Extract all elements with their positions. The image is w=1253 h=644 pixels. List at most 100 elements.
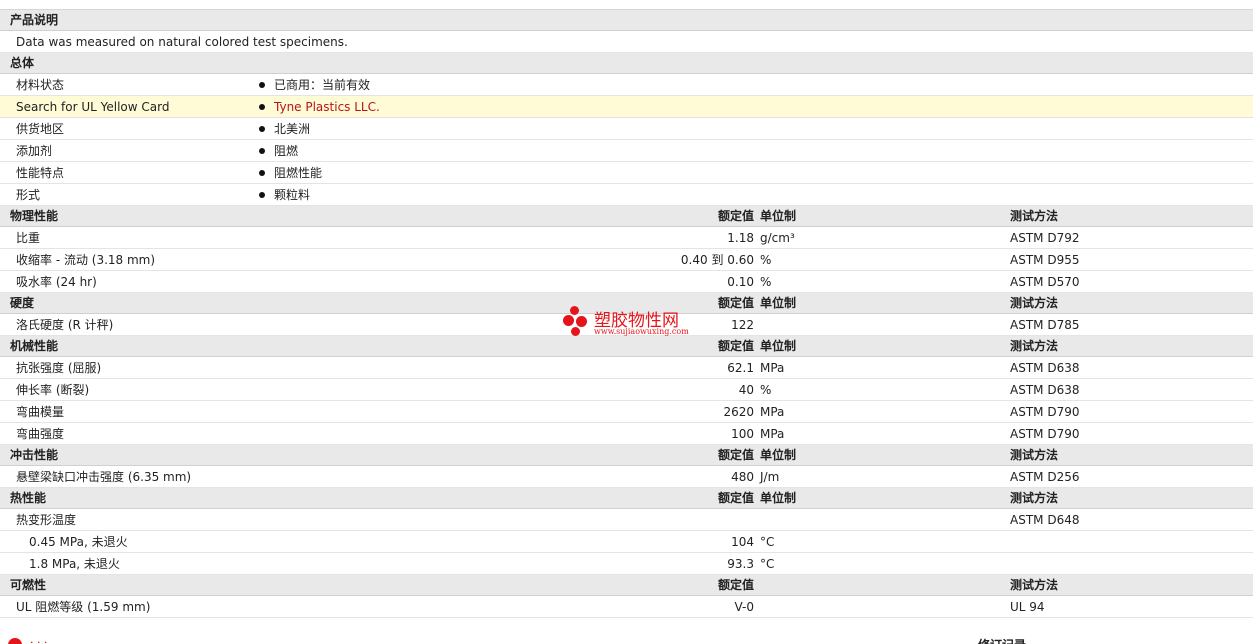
col-header-unit: 单位制	[760, 296, 797, 310]
property-label: 形式	[16, 188, 41, 202]
section-title: 冲击性能	[10, 448, 59, 462]
test-method: ASTM D638	[1010, 383, 1080, 397]
bullet-icon	[259, 147, 265, 154]
bullet-icon	[259, 103, 265, 110]
col-header-method: 测试方法	[1010, 448, 1059, 462]
col-header-value: 额定值	[717, 209, 754, 223]
property-label: 供货地区	[16, 122, 65, 136]
general-row-region: 供货地区 北美洲	[0, 118, 1253, 140]
watermark-logo: 塑胶物性网 www.sujiaowuxing.com	[562, 304, 702, 344]
test-method: UL 94	[1010, 600, 1045, 614]
property-value: V-0	[734, 600, 754, 614]
watermark-dot-icon	[563, 315, 574, 326]
col-header-method: 测试方法	[1010, 296, 1059, 310]
section-title: 物理性能	[10, 209, 59, 223]
section-header-thermal: 热性能 额定值 单位制 测试方法	[0, 488, 1253, 509]
col-header-unit: 单位制	[760, 339, 797, 353]
property-label: 1.8 MPa, 未退火	[29, 557, 120, 571]
property-value: 122	[731, 318, 754, 332]
property-value: 104	[731, 535, 754, 549]
general-row-additive: 添加剂 阻燃	[0, 140, 1253, 162]
property-unit: MPa	[760, 405, 785, 419]
col-header-value: 额定值	[717, 448, 754, 462]
property-label: 性能特点	[16, 166, 65, 180]
test-method: ASTM D638	[1010, 361, 1080, 375]
table-row: 收缩率 - 流动 (3.18 mm) 0.40 到 0.60 % ASTM D9…	[0, 249, 1253, 271]
general-row-form: 形式 颗粒料	[0, 184, 1253, 206]
test-method: ASTM D790	[1010, 405, 1080, 419]
property-value: 阻燃性能	[259, 162, 322, 184]
section-title: 硬度	[10, 296, 35, 310]
test-method: ASTM D648	[1010, 513, 1080, 527]
property-value: 0.10	[727, 275, 754, 289]
section-header-product-note: 产品说明	[0, 10, 1253, 31]
section-header-impact: 冲击性能 额定值 单位制 测试方法	[0, 445, 1253, 466]
supplier-link[interactable]: Tyne Plastics LLC.	[274, 100, 380, 114]
col-header-value: 额定值	[717, 296, 754, 310]
property-unit: J/m	[760, 470, 780, 484]
property-label: 弯曲模量	[16, 405, 65, 419]
col-header-method: 测试方法	[1010, 491, 1059, 505]
bullet-icon	[259, 191, 265, 198]
property-label: 添加剂	[16, 144, 53, 158]
property-label: 0.45 MPa, 未退火	[29, 535, 128, 549]
table-row: 1.8 MPa, 未退火 93.3 °C	[0, 553, 1253, 575]
watermark-dot-icon	[576, 316, 587, 327]
footer: · · · 修订记录	[0, 632, 1253, 644]
property-label: 弯曲强度	[16, 427, 65, 441]
table-row: 比重 1.18 g/cm³ ASTM D792	[0, 227, 1253, 249]
col-header-value: 额定值	[717, 578, 754, 592]
table-row: 0.45 MPa, 未退火 104 °C	[0, 531, 1253, 553]
test-method: ASTM D570	[1010, 275, 1080, 289]
property-label: 比重	[16, 231, 41, 245]
property-value: 2620	[723, 405, 754, 419]
test-method: ASTM D785	[1010, 318, 1080, 332]
footer-text: · · ·	[30, 636, 48, 644]
section-header-physical: 物理性能 额定值 单位制 测试方法	[0, 206, 1253, 227]
property-value: 480	[731, 470, 754, 484]
table-row: 抗张强度 (屈服) 62.1 MPa ASTM D638	[0, 357, 1253, 379]
property-value: 北美洲	[259, 118, 310, 140]
top-gap	[0, 0, 1253, 10]
section-title: 产品说明	[10, 13, 59, 27]
property-label: 伸长率 (断裂)	[16, 383, 90, 397]
property-label: 悬壁梁缺口冲击强度 (6.35 mm)	[16, 470, 192, 484]
table-row: 热变形温度 ASTM D648	[0, 509, 1253, 531]
section-title: 热性能	[10, 491, 47, 505]
section-header-flammability: 可燃性 额定值 测试方法	[0, 575, 1253, 596]
bullet-icon	[259, 81, 265, 88]
col-header-method: 测试方法	[1010, 578, 1059, 592]
property-unit: %	[760, 275, 772, 289]
property-label: 材料状态	[16, 78, 65, 92]
revision-history-link[interactable]: 修订记录	[978, 636, 1026, 644]
section-title: 总体	[10, 56, 35, 70]
property-unit: °C	[760, 535, 775, 549]
property-label: 吸水率 (24 hr)	[16, 275, 97, 289]
table-row: 弯曲模量 2620 MPa ASTM D790	[0, 401, 1253, 423]
property-value: Tyne Plastics LLC.	[259, 96, 380, 118]
test-method: ASTM D955	[1010, 253, 1080, 267]
table-row: 伸长率 (断裂) 40 % ASTM D638	[0, 379, 1253, 401]
property-value: 颗粒料	[259, 184, 310, 206]
logo-icon	[8, 638, 22, 644]
property-value: 0.40 到 0.60	[680, 253, 754, 267]
col-header-method: 测试方法	[1010, 339, 1059, 353]
general-row-features: 性能特点 阻燃性能	[0, 162, 1253, 184]
table-row: 吸水率 (24 hr) 0.10 % ASTM D570	[0, 271, 1253, 293]
watermark-dot-icon	[570, 306, 579, 315]
table-row: 弯曲强度 100 MPa ASTM D790	[0, 423, 1253, 445]
general-row-ul-yellow-card[interactable]: Search for UL Yellow Card Tyne Plastics …	[0, 96, 1253, 118]
col-header-unit: 单位制	[760, 491, 797, 505]
property-label: 抗张强度 (屈服)	[16, 361, 102, 375]
test-method: ASTM D256	[1010, 470, 1080, 484]
property-label: UL 阻燃等级 (1.59 mm)	[16, 600, 151, 614]
property-unit: °C	[760, 557, 775, 571]
ul-yellow-card-link[interactable]: Search for UL Yellow Card	[16, 96, 169, 118]
bullet-icon	[259, 169, 265, 176]
property-unit: MPa	[760, 361, 785, 375]
property-unit: MPa	[760, 427, 785, 441]
property-value: 62.1	[727, 361, 754, 375]
table-row: 悬壁梁缺口冲击强度 (6.35 mm) 480 J/m ASTM D256	[0, 466, 1253, 488]
property-label: 热变形温度	[16, 513, 77, 527]
property-unit: g/cm³	[760, 231, 795, 245]
